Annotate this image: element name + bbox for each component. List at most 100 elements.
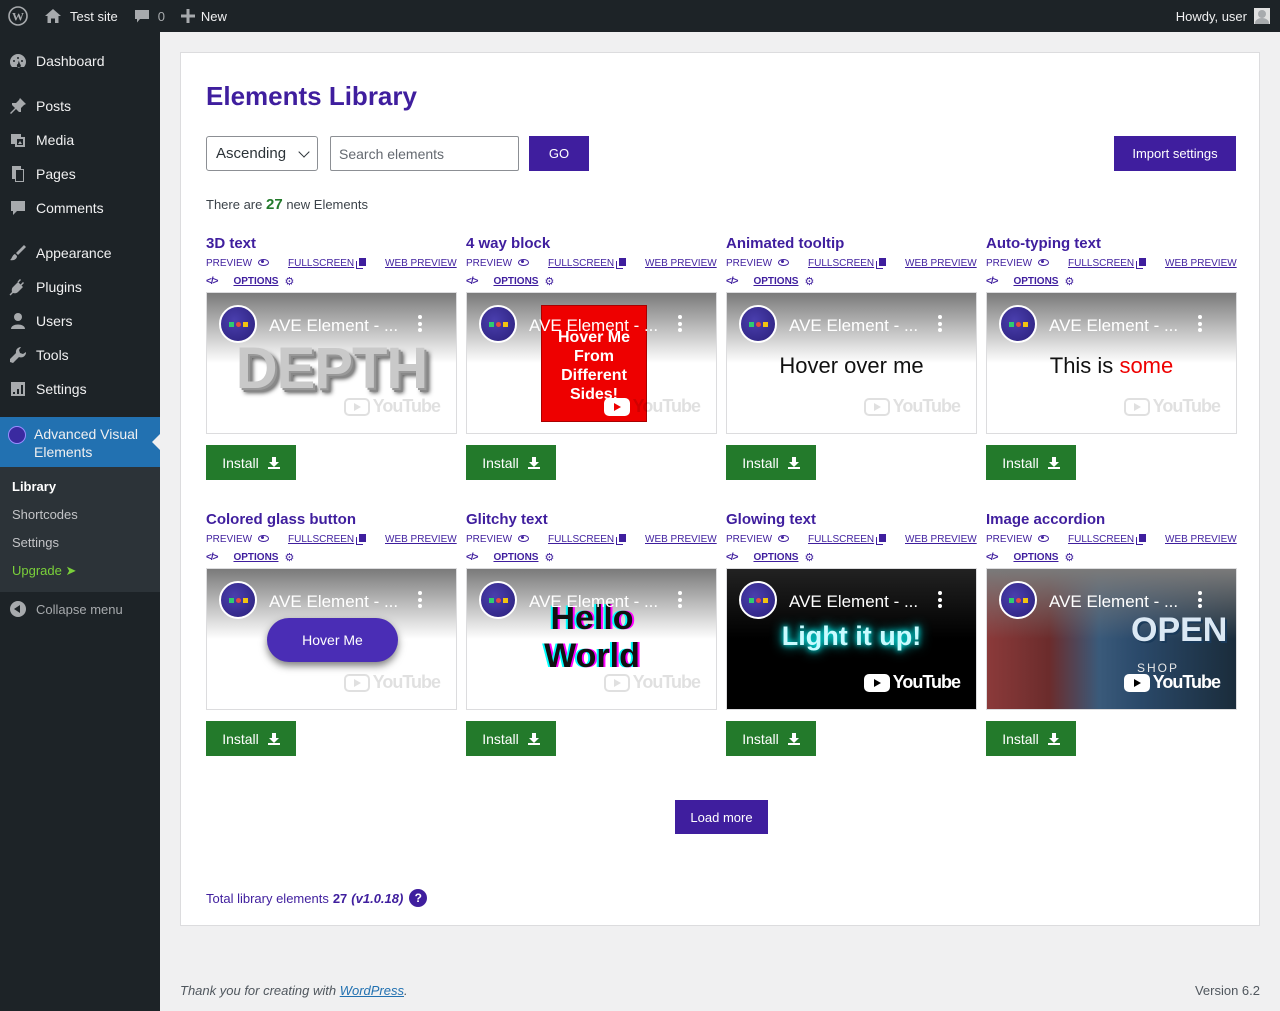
install-button[interactable]: Install [986,721,1076,756]
fullscreen-link[interactable]: FULLSCREEN [548,533,627,545]
sidebar-item-settings[interactable]: Settings [0,372,160,406]
sidebar-item-posts[interactable]: Posts [0,89,160,123]
wordpress-link[interactable]: WordPress [340,983,404,998]
options-link[interactable]: OPTIONS [493,552,538,563]
video-thumbnail[interactable]: Hello World AVE Element - ... YouTube [466,568,717,710]
web-preview-link[interactable]: WEB PREVIEW [645,258,717,269]
submenu-item-library[interactable]: Library [0,473,160,501]
more-vert-icon[interactable] [678,591,682,608]
web-preview-link[interactable]: WEB PREVIEW [645,534,717,545]
collapse-menu-button[interactable]: Collapse menu [0,592,160,626]
install-button[interactable]: Install [726,721,816,756]
more-vert-icon[interactable] [418,315,422,332]
options-link[interactable]: OPTIONS [753,276,798,287]
youtube-watermark: YouTube [343,396,441,417]
fullscreen-link[interactable]: FULLSCREEN [288,257,367,269]
more-vert-icon[interactable] [678,315,682,332]
play-icon [603,673,630,692]
fullscreen-link[interactable]: FULLSCREEN [1068,533,1147,545]
search-input[interactable] [330,136,519,171]
fullscreen-link[interactable]: FULLSCREEN [548,257,627,269]
sidebar-item-tools[interactable]: Tools [0,338,160,372]
code-icon[interactable]: </> [726,552,739,563]
code-icon[interactable]: </> [466,552,479,563]
video-thumbnail[interactable]: Light it up! AVE Element - ... YouTube [726,568,977,710]
options-link[interactable]: OPTIONS [753,552,798,563]
ave-submenu: Library Shortcodes Settings Upgrade ➤ [0,467,160,592]
submenu-item-shortcodes[interactable]: Shortcodes [0,501,160,529]
my-account-link[interactable]: Howdy, user [1168,0,1280,32]
help-icon[interactable]: ? [409,889,428,907]
sidebar-item-users[interactable]: Users [0,304,160,338]
play-icon [343,673,370,692]
sort-order-select[interactable]: Ascending [206,136,318,171]
options-link[interactable]: OPTIONS [1013,552,1058,563]
video-title: AVE Element - ... [789,592,919,611]
sidebar-item-pages[interactable]: Pages [0,157,160,191]
fullscreen-link[interactable]: FULLSCREEN [808,257,887,269]
more-vert-icon[interactable] [1198,315,1202,332]
sidebar-item-dashboard[interactable]: Dashboard [0,44,160,78]
code-icon[interactable]: </> [726,276,739,287]
video-thumbnail[interactable]: DEPTH AVE Element - ... YouTube [206,292,457,434]
more-vert-icon[interactable] [418,591,422,608]
more-vert-icon[interactable] [1198,591,1202,608]
install-button[interactable]: Install [986,445,1076,480]
sidebar-item-appearance[interactable]: Appearance [0,236,160,270]
code-icon[interactable]: </> [986,276,999,287]
sidebar-item-plugins[interactable]: Plugins [0,270,160,304]
preview-link[interactable]: PREVIEW [986,534,1050,545]
install-button[interactable]: Install [466,445,556,480]
fullscreen-link[interactable]: FULLSCREEN [288,533,367,545]
video-thumbnail[interactable]: This is some AVE Element - ... YouTube [986,292,1237,434]
sidebar-item-media[interactable]: Media [0,123,160,157]
eye-icon [778,534,790,542]
submenu-item-upgrade[interactable]: Upgrade ➤ [0,557,160,585]
video-thumbnail[interactable]: Hover Me AVE Element - ... YouTube [206,568,457,710]
web-preview-link[interactable]: WEB PREVIEW [905,534,977,545]
fullscreen-link[interactable]: FULLSCREEN [1068,257,1147,269]
submenu-item-settings[interactable]: Settings [0,529,160,557]
web-preview-link[interactable]: WEB PREVIEW [1165,534,1237,545]
code-icon[interactable]: </> [206,276,219,287]
preview-link[interactable]: PREVIEW [726,258,790,269]
code-icon[interactable]: </> [206,552,219,563]
video-thumbnail[interactable]: OPEN SHOP AVE Element - ... YouTube [986,568,1237,710]
video-thumbnail[interactable]: Hover Me From Different Sides! AVE Eleme… [466,292,717,434]
install-button[interactable]: Install [206,721,296,756]
more-vert-icon[interactable] [938,315,942,332]
comments-link[interactable]: 0 [126,0,173,32]
go-button[interactable]: GO [529,136,589,171]
web-preview-link[interactable]: WEB PREVIEW [905,258,977,269]
fullscreen-icon [359,257,367,266]
install-button[interactable]: Install [726,445,816,480]
sidebar-item-advanced-visual-elements[interactable]: Advanced Visual Elements [0,417,160,467]
video-thumbnail[interactable]: Hover over me AVE Element - ... YouTube [726,292,977,434]
preview-link[interactable]: PREVIEW [466,258,530,269]
install-button[interactable]: Install [466,721,556,756]
code-icon[interactable]: </> [986,552,999,563]
fullscreen-link[interactable]: FULLSCREEN [808,533,887,545]
preview-link[interactable]: PREVIEW [206,258,270,269]
new-content-link[interactable]: New [173,0,235,32]
web-preview-link[interactable]: WEB PREVIEW [385,534,457,545]
web-preview-link[interactable]: WEB PREVIEW [1165,258,1237,269]
import-settings-button[interactable]: Import settings [1114,136,1236,171]
preview-link[interactable]: PREVIEW [986,258,1050,269]
preview-link[interactable]: PREVIEW [726,534,790,545]
options-link[interactable]: OPTIONS [233,276,278,287]
wordpress-logo-icon[interactable]: W [0,0,36,32]
sidebar-item-comments[interactable]: Comments [0,191,160,225]
code-icon[interactable]: </> [466,276,479,287]
options-link[interactable]: OPTIONS [493,276,538,287]
install-button[interactable]: Install [206,445,296,480]
preview-link[interactable]: PREVIEW [206,534,270,545]
options-link[interactable]: OPTIONS [1013,276,1058,287]
preview-link[interactable]: PREVIEW [466,534,530,545]
channel-avatar-icon [739,581,777,619]
more-vert-icon[interactable] [938,591,942,608]
web-preview-link[interactable]: WEB PREVIEW [385,258,457,269]
site-name-link[interactable]: Test site [36,0,126,32]
load-more-button[interactable]: Load more [675,800,768,834]
options-link[interactable]: OPTIONS [233,552,278,563]
